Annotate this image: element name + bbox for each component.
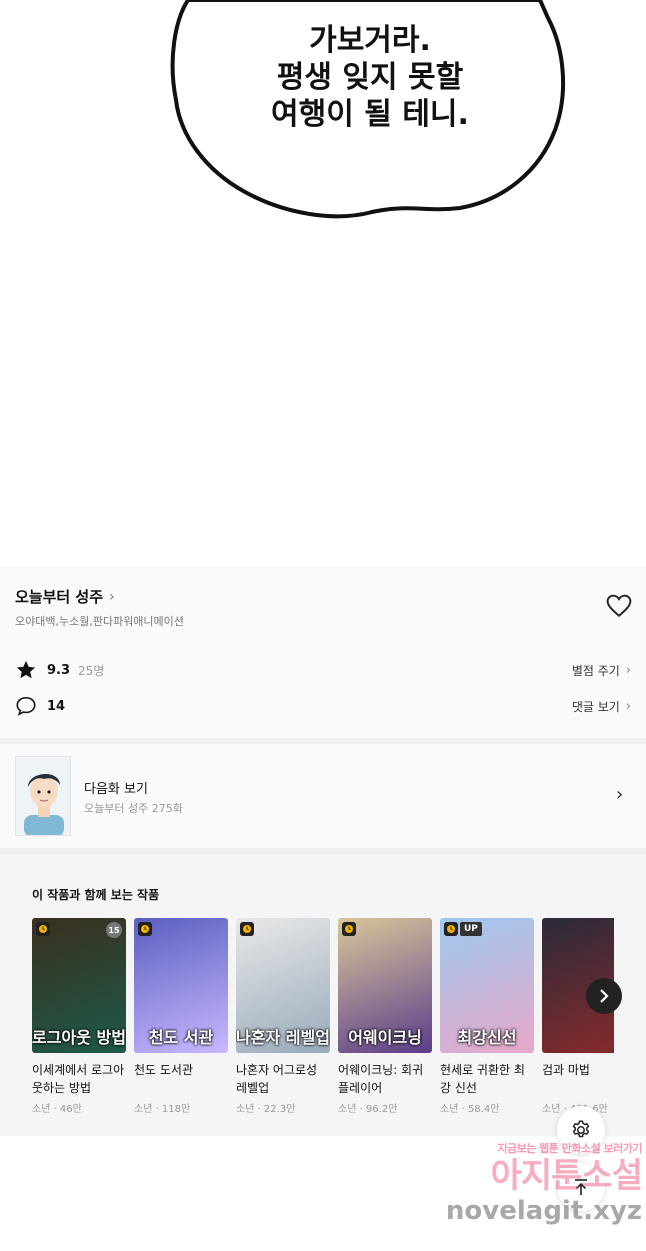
- recommendations-section: 이 작품과 함께 보는 작품 15 로그아웃 방법이세계에서 로그아웃하는 방법소…: [0, 854, 646, 1136]
- recommendation-stat: 소년 · 46만: [32, 1104, 82, 1115]
- rate-button[interactable]: 별점 주기 ›: [572, 662, 631, 679]
- recommendations-carousel[interactable]: 15 로그아웃 방법 이세계에서 로그아웃하는 방법 소년 · 46만 천도 서관 천도 …: [32, 918, 614, 1128]
- next-episode-thumbnail: [15, 756, 71, 836]
- watermark-url: novelagit.xyz: [445, 1196, 642, 1226]
- recommendation-stat: 소년 · 22.3만: [236, 1104, 296, 1115]
- recommendation-card[interactable]: 15 로그아웃 방법이세계에서 로그아웃하는 방법소년 · 46만: [32, 918, 126, 1115]
- recommendation-card[interactable]: 나혼자 레벨업나혼자 어그로성 레벨업소년 · 22.3만: [236, 918, 330, 1115]
- series-authors: 오야대백,누소월,판다파워애니메이션: [15, 615, 184, 628]
- recommendation-stat: 소년 · 96.2만: [338, 1104, 398, 1115]
- recommendation-cover: 천도 서관: [134, 918, 228, 1053]
- carousel-next-button[interactable]: [586, 978, 622, 1014]
- recommendation-card[interactable]: 어웨이크닝어웨이크닝: 회귀 플레이어소년 · 96.2만: [338, 918, 432, 1115]
- chevron-right-icon: [600, 989, 609, 1003]
- speech-bubble-icon: [15, 695, 37, 717]
- comments-button[interactable]: 댓글 보기 ›: [572, 698, 631, 715]
- clock-badge-icon: [240, 922, 254, 936]
- recommendations-heading: 이 작품과 함께 보는 작품: [32, 888, 160, 902]
- clock-badge-icon: [342, 922, 356, 936]
- recommendation-cover: 어웨이크닝: [338, 918, 432, 1053]
- recommendation-card[interactable]: 천도 서관천도 도서관소년 · 118만: [134, 918, 228, 1115]
- update-badge: UP: [460, 922, 482, 936]
- recommendation-cover: UP 최강신선: [440, 918, 534, 1053]
- recommendation-title: 이세계에서 로그아웃하는 방법: [32, 1063, 125, 1095]
- next-episode-label: 다음화 보기: [84, 782, 148, 797]
- comic-panel: 가보거라. 평생 잊지 못할 여행이 될 테니.: [0, 0, 646, 566]
- rate-label: 별점 주기: [571, 663, 620, 678]
- speech-line: 평생 잊지 못할: [276, 60, 464, 95]
- speech-line: 여행이 될 테니.: [271, 97, 469, 132]
- recommendation-title: 현세로 귀환한 최강 신선: [440, 1063, 525, 1095]
- clock-badge-icon: [138, 922, 152, 936]
- recommendation-title: 어웨이크닝: 회귀 플레이어: [338, 1063, 424, 1095]
- recommendation-title: 검과 마법: [542, 1063, 590, 1077]
- recommendation-title: 천도 도서관: [134, 1063, 194, 1077]
- recommendation-card[interactable]: UP 최강신선현세로 귀환한 최강 신선소년 · 58.4만: [440, 918, 534, 1115]
- recommendation-cover: 15 로그아웃 방법: [32, 918, 126, 1053]
- chevron-right-icon: ›: [625, 698, 631, 714]
- watermark-tagline: 지금보는 웹툰 만화소설 보러가기: [497, 1142, 642, 1155]
- comment-count: 14: [47, 698, 66, 714]
- comments-label: 댓글 보기: [571, 699, 620, 714]
- gear-icon: [572, 1120, 590, 1138]
- recommendation-cover: 나혼자 레벨업: [236, 918, 330, 1053]
- next-episode-card[interactable]: 다음화 보기 오늘부터 성주 275화 ›: [0, 744, 646, 848]
- recommendation-stat: 소년 · 58.4만: [440, 1104, 500, 1115]
- recommendation-title: 나혼자 어그로성 레벨업: [236, 1063, 318, 1095]
- rating-value: 9.3: [47, 662, 71, 678]
- next-episode-subtitle: 오늘부터 성주 275화: [84, 802, 183, 815]
- cover-title: 어웨이크닝: [348, 1028, 422, 1047]
- watermark-brand: 아지툰소설: [490, 1156, 643, 1196]
- chevron-right-icon: ›: [616, 784, 624, 805]
- cover-title: 로그아웃 방법: [32, 1028, 126, 1047]
- cover-title: 나혼자 레벨업: [236, 1028, 330, 1047]
- age-rating-badge: 15: [106, 922, 122, 938]
- series-info: 오늘부터 성주 › 오야대백,누소월,판다파워애니메이션 9.3 25명 별점 …: [0, 566, 646, 738]
- rating-row: 9.3 25명 별점 주기 ›: [15, 656, 631, 684]
- chevron-right-icon: ›: [625, 662, 631, 678]
- recommendation-stat: 소년 · 118만: [134, 1104, 191, 1115]
- speech-line: 가보거라.: [309, 23, 431, 58]
- heart-outline-icon[interactable]: [606, 594, 632, 618]
- cover-title: 천도 서관: [148, 1028, 214, 1047]
- speech-text: 가보거라. 평생 잊지 못할 여행이 될 테니.: [220, 22, 520, 133]
- rating-count: 25명: [78, 663, 105, 678]
- watermark: 지금보는 웹툰 만화소설 보러가기 아지툰소설 novelagit.xyz: [420, 1140, 643, 1240]
- cover-title: 최강신선: [457, 1028, 517, 1047]
- star-icon: [15, 659, 37, 681]
- clock-badge-icon: [444, 922, 458, 936]
- series-title-link[interactable]: 오늘부터 성주 ›: [15, 586, 115, 607]
- clock-badge-icon: [36, 922, 50, 936]
- series-title: 오늘부터 성주: [15, 588, 104, 606]
- comment-row: 14 댓글 보기 ›: [15, 692, 631, 720]
- recommendation-card[interactable]: 검과 마법소년 · 431.6만: [542, 918, 614, 1115]
- chevron-right-icon: ›: [109, 588, 115, 605]
